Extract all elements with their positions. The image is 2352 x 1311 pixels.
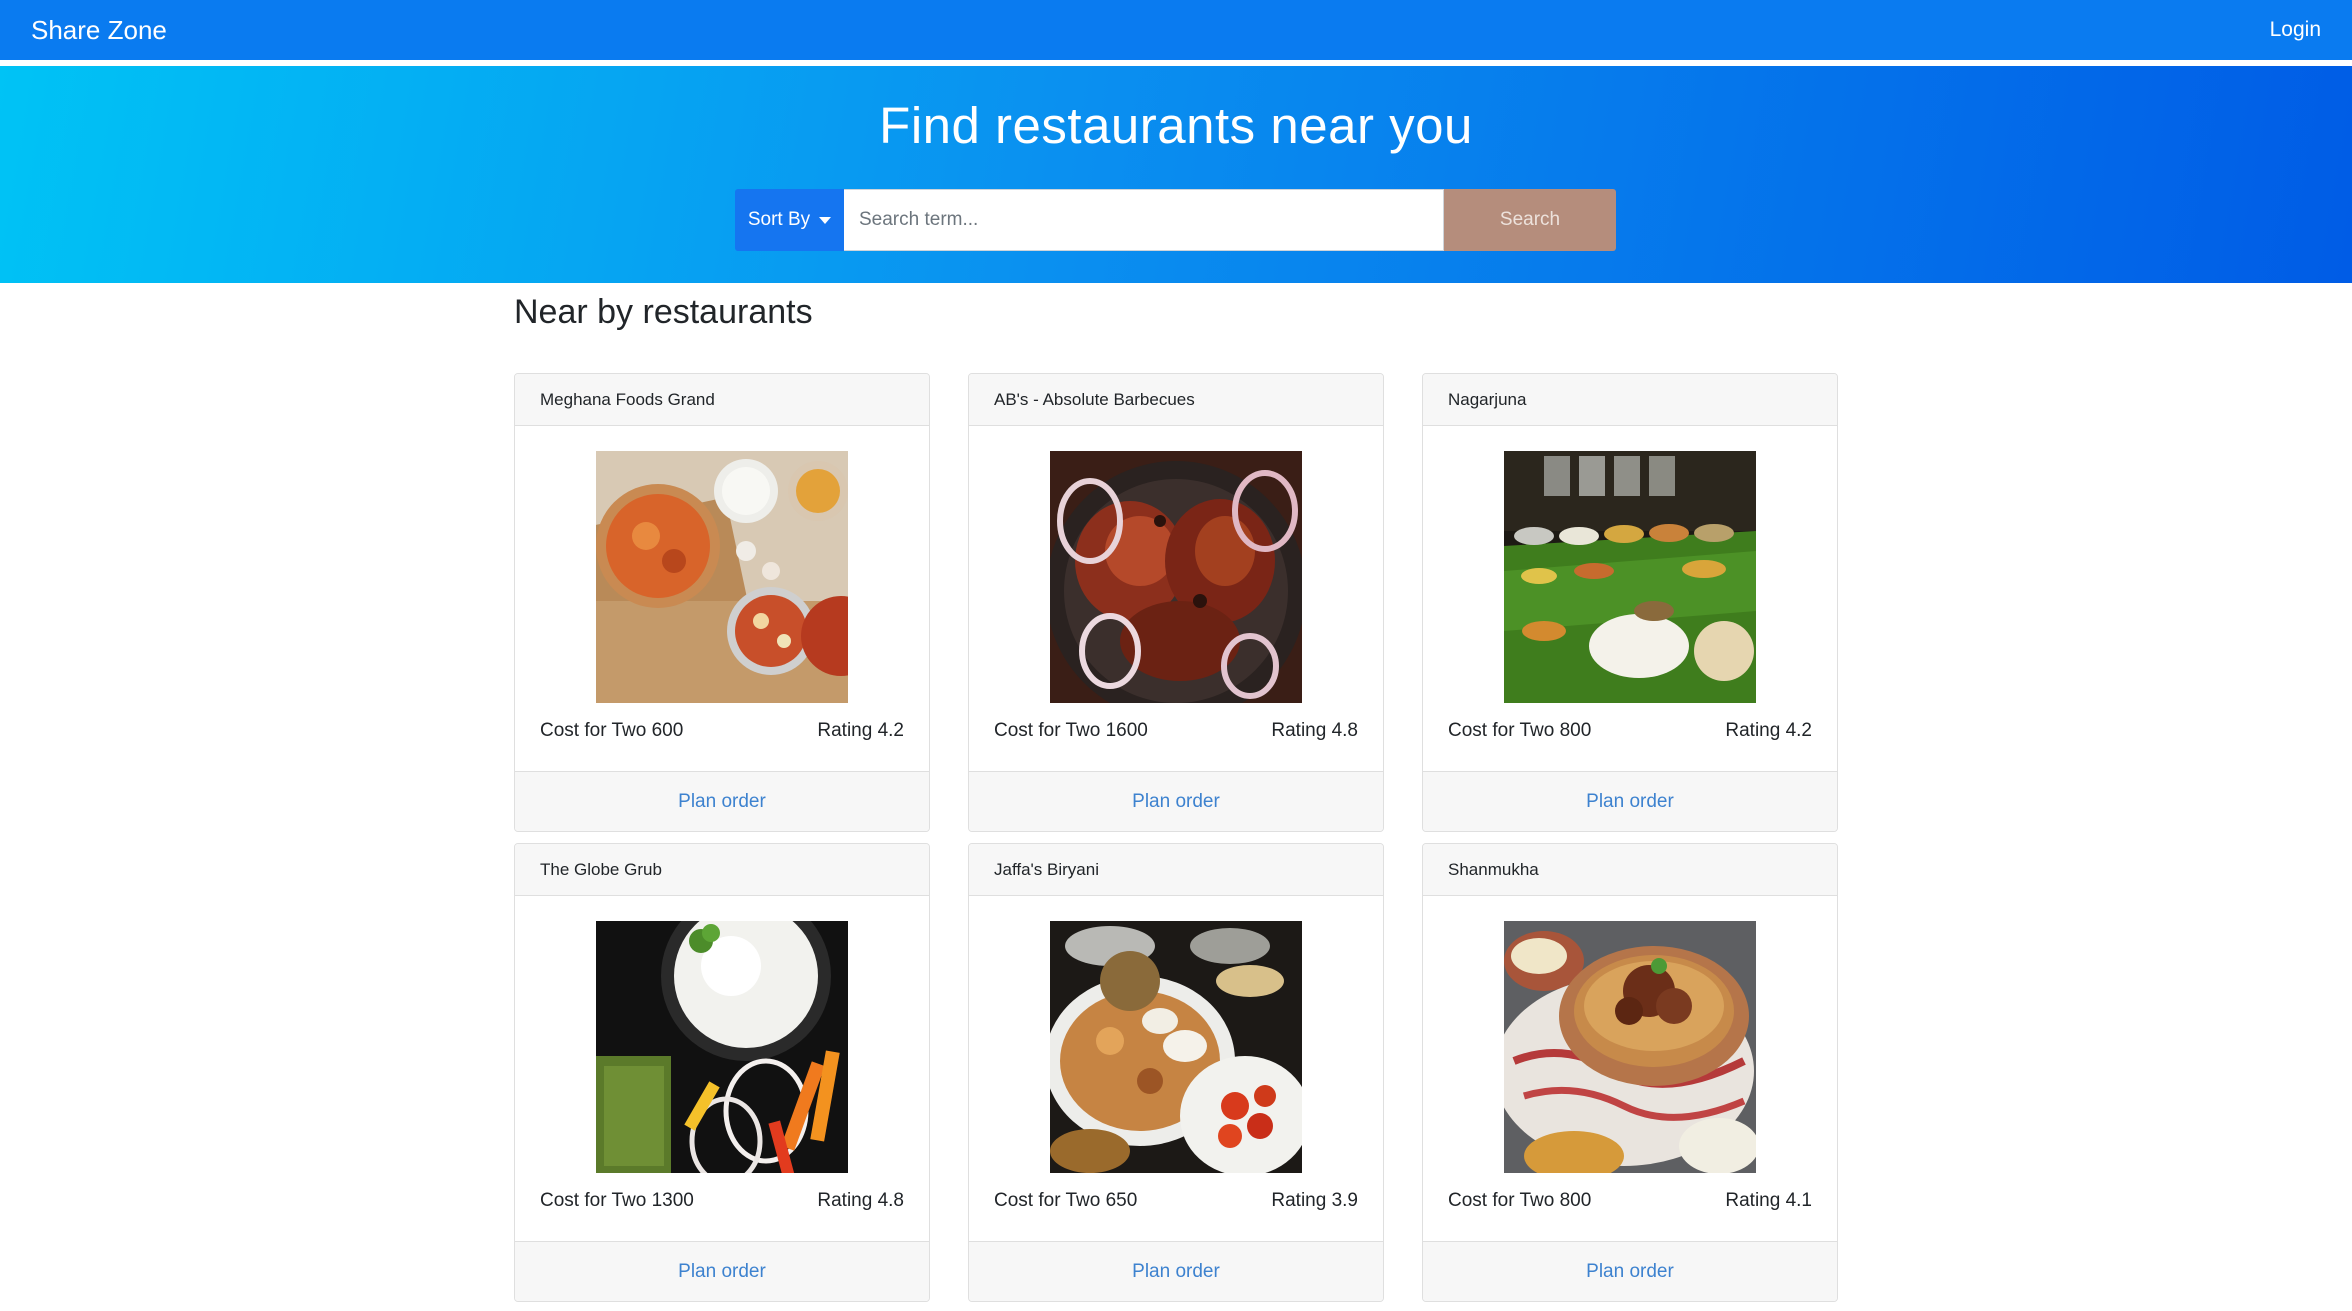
section-title: Near by restaurants <box>514 293 813 331</box>
rating: Rating 3.9 <box>1271 1190 1358 1211</box>
biryani-thali-photo <box>596 451 848 703</box>
restaurant-name: AB's - Absolute Barbecues <box>969 374 1383 426</box>
search-group: Sort By Search <box>735 189 1616 251</box>
restaurant-name: Meghana Foods Grand <box>515 374 929 426</box>
restaurant-stats: Cost for Two 600 Rating 4.2 <box>540 720 904 742</box>
plan-order-link[interactable]: Plan order <box>1132 791 1220 813</box>
top-navbar: Share Zone Login <box>0 0 2352 60</box>
plan-order-link[interactable]: Plan order <box>678 791 766 813</box>
plan-order-link[interactable]: Plan order <box>1586 1261 1674 1283</box>
card-footer: Plan order <box>969 771 1383 831</box>
restaurant-name: Nagarjuna <box>1423 374 1837 426</box>
card-footer: Plan order <box>969 1241 1383 1301</box>
restaurant-photo <box>596 451 848 703</box>
card-footer: Plan order <box>1423 771 1837 831</box>
rating: Rating 4.2 <box>817 720 904 741</box>
plan-order-link[interactable]: Plan order <box>1586 791 1674 813</box>
restaurant-card: Meghana Foods Grand Cost for Two 600 Rat… <box>514 373 930 832</box>
rating: Rating 4.2 <box>1725 720 1812 741</box>
restaurant-card: The Globe Grub Cost for Two 1300 Rating … <box>514 843 930 1302</box>
raita-salad-photo <box>596 921 848 1173</box>
cost-for-two: Cost for Two 800 <box>1448 720 1592 741</box>
hero-banner: Find restaurants near you Sort By Search <box>0 66 2352 283</box>
restaurant-card: Nagarjuna Cost for Two 800 Rating 4.2 Pl… <box>1422 373 1838 832</box>
card-footer: Plan order <box>1423 1241 1837 1301</box>
restaurant-card: Jaffa's Biryani Cost for Two 650 Rating … <box>968 843 1384 1302</box>
restaurant-stats: Cost for Two 650 Rating 3.9 <box>994 1190 1358 1212</box>
restaurant-stats: Cost for Two 1300 Rating 4.8 <box>540 1190 904 1212</box>
sort-by-dropdown[interactable]: Sort By <box>735 189 844 251</box>
restaurant-stats: Cost for Two 1600 Rating 4.8 <box>994 720 1358 742</box>
search-input[interactable] <box>844 189 1444 251</box>
restaurant-photo <box>1050 451 1302 703</box>
restaurant-card: AB's - Absolute Barbecues Cost for Two 1… <box>968 373 1384 832</box>
login-link[interactable]: Login <box>2270 18 2321 42</box>
restaurant-photo <box>1050 921 1302 1173</box>
grilled-chicken-photo <box>1050 451 1302 703</box>
mutton-biryani-pot-photo <box>1504 921 1756 1173</box>
biryani-platter-photo <box>1050 921 1302 1173</box>
restaurant-photo <box>596 921 848 1173</box>
card-footer: Plan order <box>515 1241 929 1301</box>
caret-down-icon <box>819 216 832 224</box>
card-footer: Plan order <box>515 771 929 831</box>
cost-for-two: Cost for Two 650 <box>994 1190 1138 1211</box>
restaurant-card: Shanmukha Cost for Two 800 Rating 4.1 Pl… <box>1422 843 1838 1302</box>
search-button[interactable]: Search <box>1444 189 1616 251</box>
rating: Rating 4.8 <box>1271 720 1358 741</box>
hero-title: Find restaurants near you <box>879 97 1473 154</box>
restaurant-name: Jaffa's Biryani <box>969 844 1383 896</box>
plan-order-link[interactable]: Plan order <box>678 1261 766 1283</box>
brand-link[interactable]: Share Zone <box>31 15 167 46</box>
sort-by-label: Sort By <box>747 209 811 230</box>
restaurant-grid: Meghana Foods Grand Cost for Two 600 Rat… <box>514 373 1838 1302</box>
rating: Rating 4.8 <box>817 1190 904 1211</box>
restaurant-name: The Globe Grub <box>515 844 929 896</box>
cost-for-two: Cost for Two 1600 <box>994 720 1148 741</box>
cost-for-two: Cost for Two 600 <box>540 720 684 741</box>
banana-leaf-meal-photo <box>1504 451 1756 703</box>
restaurant-photo <box>1504 921 1756 1173</box>
rating: Rating 4.1 <box>1725 1190 1812 1211</box>
restaurant-stats: Cost for Two 800 Rating 4.2 <box>1448 720 1812 742</box>
restaurant-name: Shanmukha <box>1423 844 1837 896</box>
restaurant-photo <box>1504 451 1756 703</box>
plan-order-link[interactable]: Plan order <box>1132 1261 1220 1283</box>
cost-for-two: Cost for Two 1300 <box>540 1190 694 1211</box>
restaurant-stats: Cost for Two 800 Rating 4.1 <box>1448 1190 1812 1212</box>
cost-for-two: Cost for Two 800 <box>1448 1190 1592 1211</box>
